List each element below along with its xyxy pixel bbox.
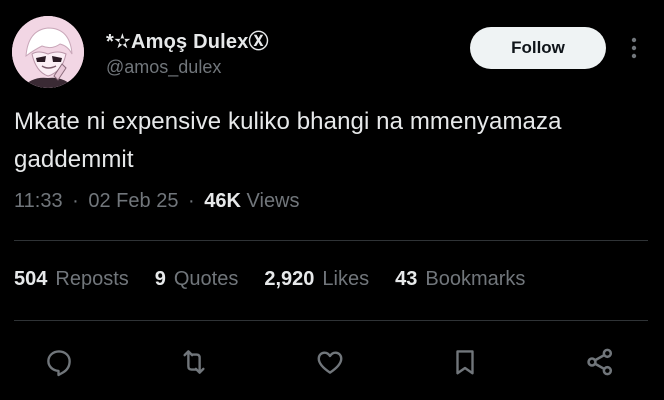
- meta-separator: ·: [72, 190, 79, 212]
- author-info: *✫Amǫş DulexⓍ @amos_dulex: [106, 31, 269, 78]
- stat-bookmarks[interactable]: 43 Bookmarks: [395, 268, 525, 291]
- stat-count: 504: [14, 268, 48, 290]
- stat-count: 43: [395, 268, 418, 290]
- tweet-date[interactable]: 02 Feb 25: [88, 190, 178, 212]
- bookmark-button[interactable]: [443, 340, 487, 384]
- divider: [14, 320, 648, 321]
- like-button[interactable]: [308, 340, 352, 384]
- share-icon: [587, 348, 613, 376]
- author-display-name[interactable]: *✫Amǫş DulexⓍ: [106, 31, 269, 53]
- repost-icon: [183, 350, 205, 374]
- stat-reposts[interactable]: 504 Reposts: [14, 268, 129, 291]
- stat-label: Likes: [322, 268, 370, 290]
- views-count: 46K: [204, 190, 241, 212]
- avatar[interactable]: [12, 16, 84, 88]
- reply-icon: [47, 350, 71, 377]
- tweet-text: Mkate ni expensive kuliko bhangi na mmen…: [14, 108, 562, 173]
- stat-label: Reposts: [55, 268, 129, 290]
- more-options-button[interactable]: [624, 32, 644, 64]
- stat-label: Bookmarks: [425, 268, 526, 290]
- stat-label: Quotes: [173, 268, 239, 290]
- action-bar: [0, 340, 664, 384]
- share-button[interactable]: [578, 340, 622, 384]
- more-dots-icon: [631, 37, 637, 59]
- divider: [14, 240, 648, 241]
- like-icon: [317, 351, 343, 374]
- avatar-image: [12, 16, 84, 88]
- repost-button[interactable]: [172, 340, 216, 384]
- stat-likes[interactable]: 2,920 Likes: [264, 268, 369, 291]
- follow-button[interactable]: Follow: [470, 27, 606, 69]
- views-label: Views: [246, 190, 300, 212]
- reply-button[interactable]: [37, 340, 81, 384]
- stat-count: 2,920: [264, 268, 315, 290]
- tweet-meta: 11:33 · 02 Feb 25 · 46K Views: [14, 190, 300, 213]
- stat-count: 9: [154, 268, 166, 290]
- meta-separator: ·: [188, 190, 195, 212]
- bookmark-icon: [456, 350, 474, 375]
- engagement-stats: 504 Reposts 9 Quotes 2,920 Likes 43 Book…: [14, 268, 551, 291]
- author-handle[interactable]: @amos_dulex: [106, 57, 269, 78]
- stat-quotes[interactable]: 9 Quotes: [155, 268, 239, 291]
- tweet-detail: *✫Amǫş DulexⓍ @amos_dulex Follow Mkate n…: [0, 0, 664, 400]
- tweet-time[interactable]: 11:33: [14, 190, 63, 212]
